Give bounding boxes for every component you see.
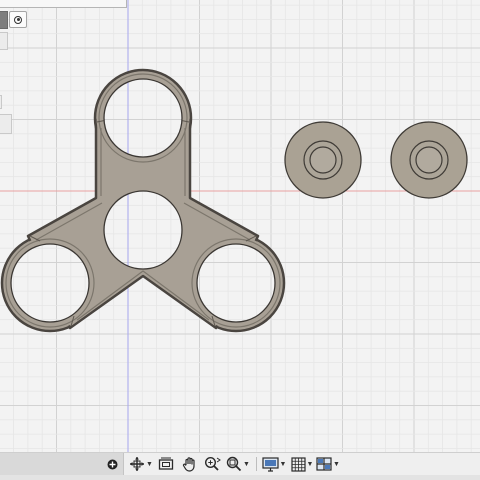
3d-viewport[interactable]: ▼ ▼ ▼ ▼ ▼ [0, 0, 480, 480]
spinner-body[interactable] [0, 68, 286, 333]
panel-row-selected[interactable] [0, 11, 8, 29]
panel-row[interactable] [0, 32, 8, 50]
orbit-icon[interactable]: ▼ [128, 454, 154, 474]
display-settings-icon[interactable]: ▼ [261, 454, 287, 474]
fit-zoom-icon[interactable]: ▼ [225, 454, 251, 474]
panel-row[interactable] [0, 114, 12, 134]
browser-panel-edge [0, 0, 127, 8]
panel-row[interactable] [0, 95, 2, 109]
toolbar-separator [256, 457, 257, 471]
radio-selected-icon[interactable] [9, 11, 27, 28]
status-strip [0, 475, 480, 480]
bearing-cap-left[interactable] [284, 121, 362, 199]
navigation-toolbar: ▼ ▼ ▼ ▼ ▼ [0, 452, 480, 475]
grid-settings-icon[interactable]: ▼ [289, 454, 315, 474]
zoom-icon[interactable] [202, 454, 222, 474]
viewports-icon[interactable]: ▼ [315, 454, 341, 474]
add-circle-icon[interactable] [105, 454, 119, 474]
pan-hand-icon[interactable] [180, 454, 198, 474]
look-at-icon[interactable] [157, 454, 175, 474]
canvas[interactable] [0, 0, 480, 480]
bearing-cap-right[interactable] [390, 121, 468, 199]
